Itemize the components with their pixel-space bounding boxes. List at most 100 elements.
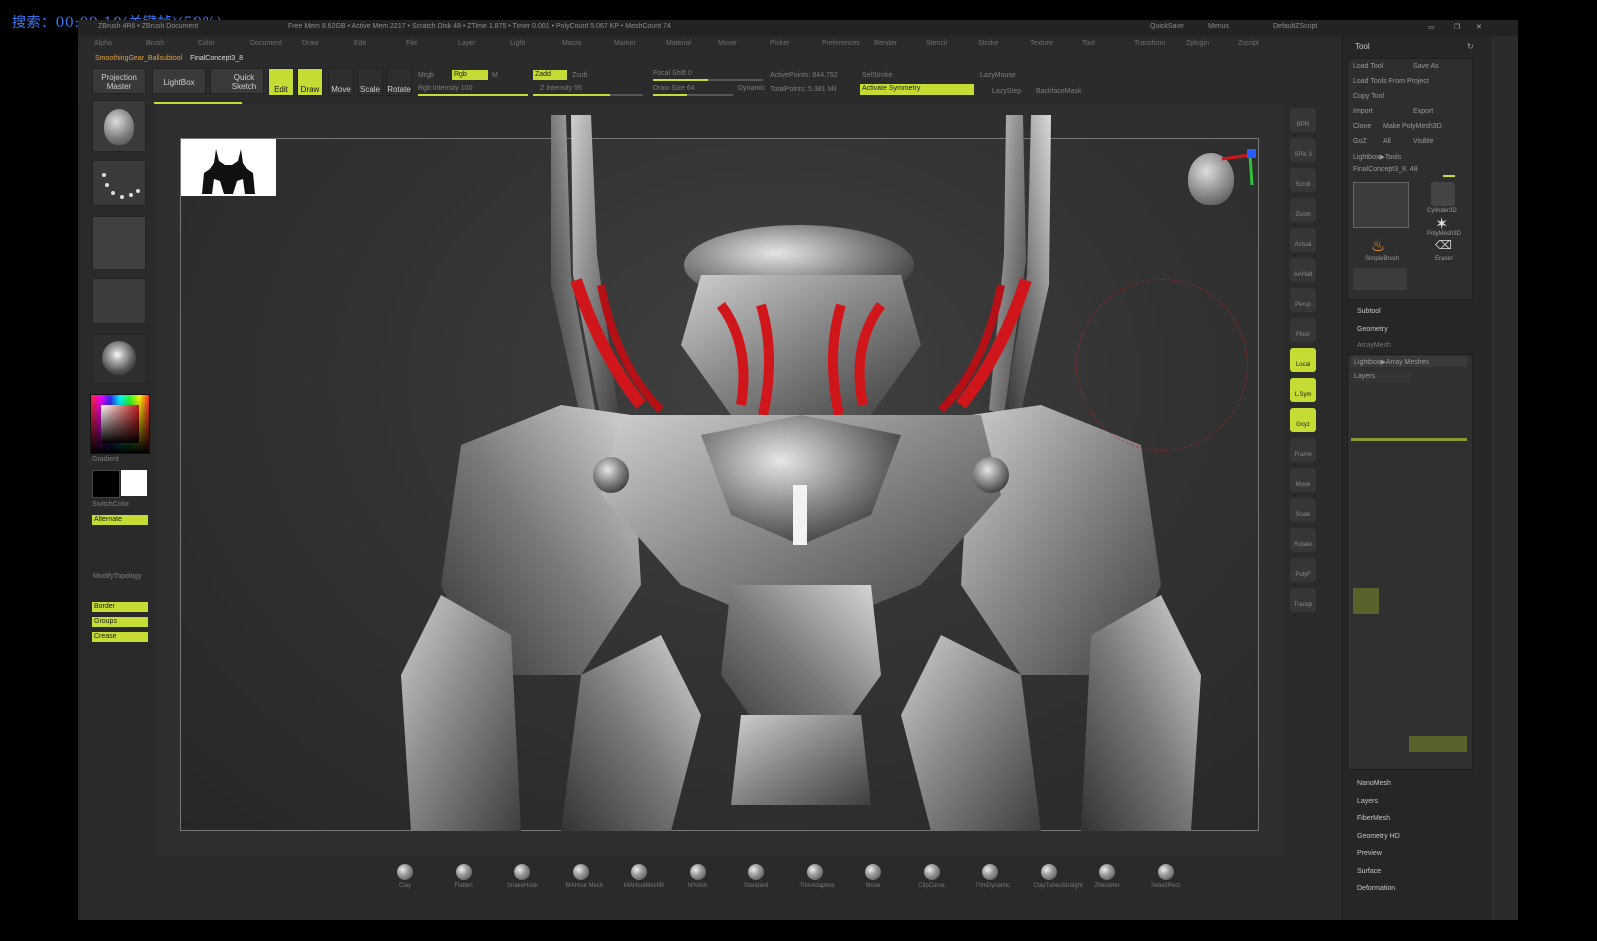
subtool-section[interactable]: Subtool [1357,308,1381,315]
menu-layer[interactable]: Layer [458,40,476,47]
section-fibermesh[interactable]: FiberMesh [1357,815,1390,822]
section-surface[interactable]: Surface [1357,868,1381,875]
current-tool-thumbnail[interactable] [1353,182,1409,228]
minimize-icon[interactable]: ▭ [1428,23,1435,31]
arraymesh-preview-swatch[interactable] [1353,588,1379,614]
arraymesh-apply-button[interactable] [1409,736,1467,752]
focal-shift-slider[interactable] [653,79,763,81]
brush-thumbnail[interactable] [92,100,146,152]
visible-button[interactable]: Visible [1413,138,1434,145]
scale-mode-button[interactable]: Scale [357,68,383,96]
viewport-canvas[interactable] [180,115,1259,831]
groups-button[interactable]: Groups [92,617,148,627]
menu-marker[interactable]: Marker [614,40,636,47]
lightbox-tools-button[interactable]: Lightbox▶Tools [1353,153,1401,161]
goz-button[interactable]: GoZ [1353,138,1367,145]
lightbox-button[interactable]: LightBox [152,68,206,94]
brush-trimadaptive[interactable]: TrimAdaptive [800,864,835,889]
brush-clay[interactable]: Clay [390,864,420,889]
section-geometry-hd[interactable]: Geometry HD [1357,833,1400,840]
lightbox-array-meshes-button[interactable]: Lightbox▶Array Meshes [1351,356,1467,367]
menu-picker[interactable]: Picker [770,40,789,47]
geometry-section[interactable]: Geometry [1357,326,1388,333]
small-tool-thumbnail[interactable] [1353,268,1407,290]
m-button[interactable]: M [492,72,498,79]
robot-mech-model[interactable] [401,115,1241,831]
arraymesh-slider[interactable] [1351,438,1467,441]
brush-move[interactable]: Move [858,864,888,889]
z-intensity-slider[interactable] [533,94,643,96]
simple-brush-icon[interactable]: ♨ [1371,236,1385,256]
rgb-button[interactable]: Rgb [452,70,488,80]
menu-zscript[interactable]: Zscript [1238,40,1259,47]
all-button[interactable]: All [1383,138,1391,145]
shelf-lsym-button[interactable]: L.Sym [1290,378,1316,402]
menu-zplugin[interactable]: Zplugin [1186,40,1209,47]
shelf-aahalf-button[interactable]: AAHalf [1290,258,1316,282]
breadcrumb-current[interactable]: FinalConcept3_8 [190,55,243,62]
tool-item-polymesh3d[interactable]: PolyMesh3D [1427,231,1461,237]
primary-color-swatch[interactable] [92,470,120,498]
menu-color[interactable]: Color [198,40,215,47]
tool-item-eraser[interactable]: Eraser [1435,256,1453,262]
shelf-floor-button[interactable]: Floor [1290,318,1316,342]
activate-symmetry-button[interactable]: Activate Symmetry [860,84,974,95]
tool-item-simplebrush[interactable]: SimpleBrush [1365,256,1399,262]
quicksave-button[interactable]: QuickSave [1150,23,1184,30]
rotate-mode-button[interactable]: Rotate [386,68,412,96]
menu-document[interactable]: Document [250,40,282,47]
zsub-button[interactable]: Zsub [572,72,588,79]
secondary-color-swatch[interactable] [121,470,147,496]
shelf-persp-button[interactable]: Persp [1290,288,1316,312]
rgb-intensity-slider[interactable] [418,94,528,96]
arraymesh-section[interactable]: ArrayMesh [1357,342,1391,349]
dynamic-button[interactable]: Dynamic [738,85,765,92]
gradient-label[interactable]: Gradient [92,456,119,463]
menu-tool[interactable]: Tool [1082,40,1095,47]
section-layers[interactable]: Layers [1357,798,1378,805]
lazy-mouse-button[interactable]: LazyMouse [980,72,1016,79]
current-tool-slider[interactable]: FinalConcept3_8. 48 [1353,166,1418,173]
menus-toggle[interactable]: Menus [1208,23,1229,30]
import-button[interactable]: Import [1353,108,1373,115]
save-as-button[interactable]: Save As [1413,63,1439,70]
brush-trimdynamic[interactable]: TrimDynamic [975,864,1010,889]
section-deformation[interactable]: Deformation [1357,885,1395,892]
eraser-icon[interactable]: ⌫ [1435,238,1452,252]
stroke-thumbnail[interactable] [92,160,146,206]
alternate-button[interactable]: Alternate [92,515,148,525]
close-icon[interactable]: ✕ [1476,23,1482,31]
border-button[interactable]: Border [92,602,148,612]
shelf-polyf-button[interactable]: PolyF [1290,558,1316,582]
switch-color-button[interactable]: SwitchColor [92,501,129,508]
breadcrumb-parent[interactable]: SmoothingGear_Ballsubtool [95,55,182,62]
shelf-local-button[interactable]: Local [1290,348,1316,372]
brush-hpolish[interactable]: hPolish [683,864,713,889]
shelf-gxyz-button[interactable]: Gxyz [1290,408,1316,432]
load-from-project-button[interactable]: Load Tools From Project [1353,78,1429,85]
crease-button[interactable]: Crease [92,632,148,642]
brush-mahcutmechb[interactable]: MAHcutMechB [624,864,664,889]
texture-thumbnail[interactable] [92,278,146,324]
zadd-button[interactable]: Zadd [533,70,567,80]
shelf-move-button[interactable]: Move [1290,468,1316,492]
make-polymesh-button[interactable]: Make PolyMesh3D [1383,123,1442,130]
sel-stroke-button[interactable]: SelStroke [862,72,892,79]
brush-clipcurve[interactable]: ClipCurve [917,864,947,889]
menu-preferences[interactable]: Preferences [822,40,860,47]
projection-master-button[interactable]: Projection Master [92,68,146,94]
edit-mode-button[interactable]: Edit [268,68,294,96]
brush-mahcut-mech[interactable]: MAHcut Mech [566,864,603,889]
cylinder3d-icon[interactable] [1431,182,1455,206]
backface-mask-button[interactable]: BackfaceMask [1036,88,1082,95]
color-picker[interactable] [90,394,150,454]
menu-file[interactable]: File [406,40,417,47]
quick-sketch-button[interactable]: Quick Sketch [210,68,264,94]
shelf-frame-button[interactable]: Frame [1290,438,1316,462]
copy-tool-button[interactable]: Copy Tool [1353,93,1384,100]
section-nanomesh[interactable]: NanoMesh [1357,780,1391,787]
brush-snakehook[interactable]: SnakeHook [507,864,538,889]
menu-draw[interactable]: Draw [302,40,318,47]
brush-claytubesstraight[interactable]: ClayTubesStraight [1034,864,1083,889]
shelf-zoom3d-button[interactable]: Scale [1290,498,1316,522]
